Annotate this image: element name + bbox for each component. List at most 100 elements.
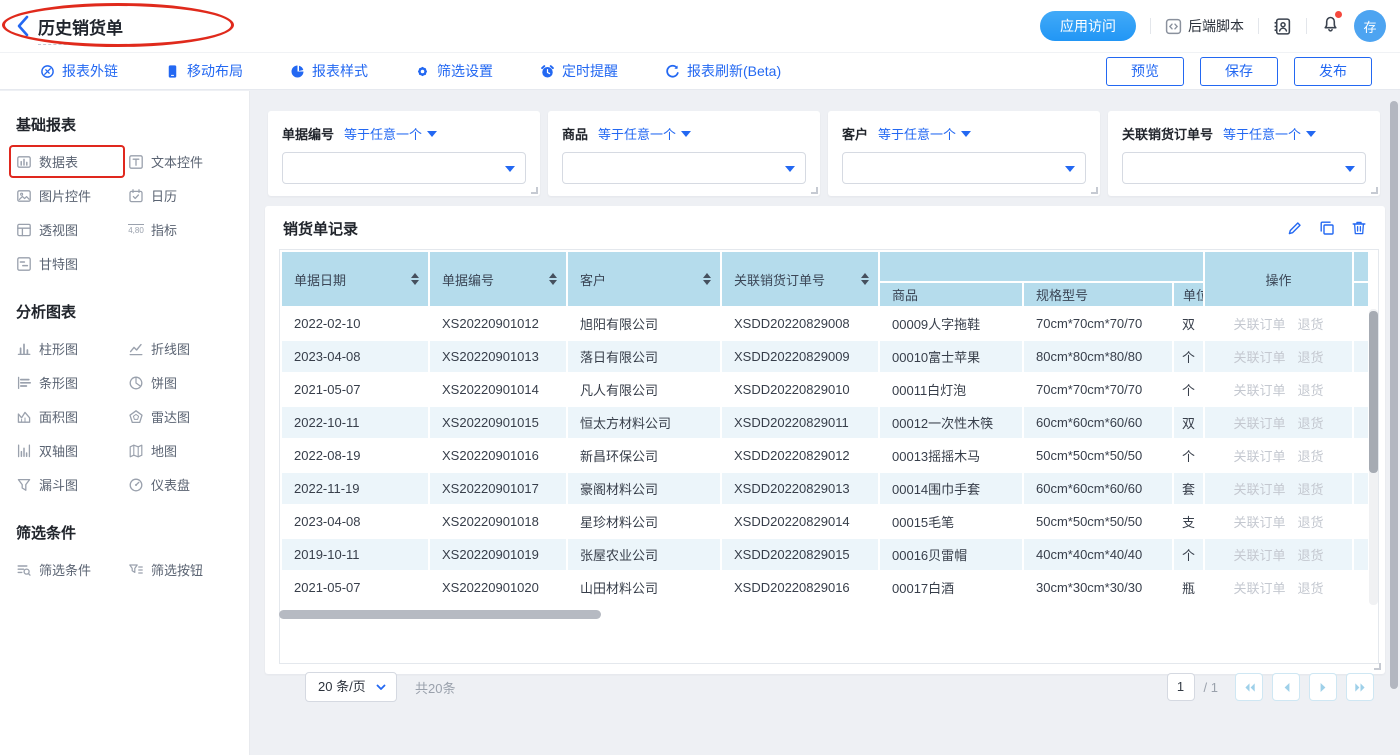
table-row[interactable]: 2021-05-07XS20220901020山田材料公司XSDD2022082… <box>281 571 1369 604</box>
next-page-button[interactable] <box>1309 673 1337 701</box>
toolbar-item-gear[interactable]: 筛选设置 <box>415 61 493 81</box>
sidebar-item-gauge[interactable]: 仪表盘 <box>123 470 235 499</box>
sidebar-item-data-table[interactable]: 数据表 <box>11 147 123 176</box>
table-row[interactable]: 2022-10-11XS20220901015恒太方材料公司XSDD202208… <box>281 406 1369 439</box>
link-related-order[interactable]: 关联订单 <box>1234 449 1286 464</box>
sidebar-item-indicator[interactable]: 4,80指标 <box>123 215 235 244</box>
backend-script-button[interactable]: 后端脚本 <box>1165 16 1244 36</box>
table-row[interactable]: 2023-04-08XS20220901013落日有限公司XSDD2022082… <box>281 340 1369 373</box>
table-row[interactable]: 2022-11-19XS20220901017豪阁材料公司XSDD2022082… <box>281 472 1369 505</box>
table-vertical-scrollbar[interactable] <box>1369 309 1378 605</box>
sidebar-item-area-chart[interactable]: 面积图 <box>11 402 123 431</box>
sort-icon[interactable] <box>549 273 557 285</box>
sidebar-item-pie-chart[interactable]: 饼图 <box>123 368 235 397</box>
preview-button[interactable]: 预览 <box>1106 57 1184 86</box>
table-row[interactable]: 2021-05-07XS20220901014凡人有限公司XSDD2022082… <box>281 373 1369 406</box>
sidebar-item-bar-chart[interactable]: 条形图 <box>11 368 123 397</box>
column-header[interactable]: 单据日期 <box>281 251 429 307</box>
pencil-icon[interactable] <box>1287 220 1303 236</box>
sidebar-item-filter-btn[interactable]: 筛选按钮 <box>123 555 235 584</box>
page-size-select[interactable]: 20 条/页 <box>305 672 397 702</box>
link-return[interactable]: 退货 <box>1298 416 1324 431</box>
card-resize-handle[interactable] <box>811 187 818 194</box>
card-resize-handle[interactable] <box>1371 187 1378 194</box>
table-horizontal-scrollbar[interactable] <box>279 610 601 619</box>
sidebar-item-pivot[interactable]: 透视图 <box>11 215 123 244</box>
filter-value-select[interactable] <box>1122 152 1366 184</box>
link-return[interactable]: 退货 <box>1298 482 1324 497</box>
sub-column-header[interactable]: 规格型号 <box>1023 282 1173 307</box>
sub-column-header[interactable]: 单位 <box>1173 282 1204 307</box>
link-return[interactable]: 退货 <box>1298 383 1324 398</box>
link-return[interactable]: 退货 <box>1298 317 1324 332</box>
table-row[interactable]: 2022-08-19XS20220901016新昌环保公司XSDD2022082… <box>281 439 1369 472</box>
sidebar-item-map[interactable]: 地图 <box>123 436 235 465</box>
sub-column-header[interactable]: 商品 <box>879 282 1023 307</box>
link-related-order[interactable]: 关联订单 <box>1234 548 1286 563</box>
table-row[interactable]: 2023-04-08XS20220901018星珍材料公司XSDD2022082… <box>281 505 1369 538</box>
sidebar-item-gantt[interactable]: 甘特图 <box>11 249 123 278</box>
sidebar-item-filter-cond[interactable]: 筛选条件 <box>11 555 123 584</box>
publish-button[interactable]: 发布 <box>1294 57 1372 86</box>
sidebar-item-text-widget[interactable]: 文本控件 <box>123 147 235 176</box>
sort-icon[interactable] <box>861 273 869 285</box>
sidebar-item-radar-chart[interactable]: 雷达图 <box>123 402 235 431</box>
toolbar-item-pie[interactable]: 报表样式 <box>290 61 368 81</box>
sidebar-item-image-widget[interactable]: 图片控件 <box>11 181 123 210</box>
column-header[interactable]: 单据编号 <box>429 251 567 307</box>
column-header[interactable]: 客户 <box>567 251 721 307</box>
sidebar-item-line-chart[interactable]: 折线图 <box>123 334 235 363</box>
sidebar-item-dual-axis[interactable]: 双轴图 <box>11 436 123 465</box>
prev-page-button[interactable] <box>1272 673 1300 701</box>
filter-value-select[interactable] <box>562 152 806 184</box>
page-number-input[interactable]: 1 <box>1167 673 1195 701</box>
sidebar-item-calendar[interactable]: 日历 <box>123 181 235 210</box>
avatar[interactable]: 存 <box>1354 10 1386 42</box>
sidebar-item-funnel[interactable]: 漏斗图 <box>11 470 123 499</box>
notification-bell-button[interactable] <box>1321 14 1340 38</box>
link-related-order[interactable]: 关联订单 <box>1234 515 1286 530</box>
table-row[interactable]: 2019-10-11XS20220901019张屋农业公司XSDD2022082… <box>281 538 1369 571</box>
card-resize-handle[interactable] <box>531 187 538 194</box>
app-access-button[interactable]: 应用访问 <box>1040 11 1136 41</box>
link-return[interactable]: 退货 <box>1298 548 1324 563</box>
back-chevron-icon[interactable] <box>16 15 30 37</box>
link-return[interactable]: 退货 <box>1298 350 1324 365</box>
link-related-order[interactable]: 关联订单 <box>1234 581 1286 596</box>
filter-condition-dropdown[interactable]: 等于任意一个 <box>598 124 691 143</box>
link-related-order[interactable]: 关联订单 <box>1234 383 1286 398</box>
last-page-button[interactable] <box>1346 673 1374 701</box>
card-resize-handle[interactable] <box>1374 663 1381 670</box>
filter-widget-3[interactable]: 客户等于任意一个 <box>828 111 1100 196</box>
filter-value-select[interactable] <box>842 152 1086 184</box>
first-page-button[interactable] <box>1235 673 1263 701</box>
page-title[interactable]: 历史销货单 <box>38 14 123 45</box>
link-related-order[interactable]: 关联订单 <box>1234 416 1286 431</box>
filter-widget-2[interactable]: 商品等于任意一个 <box>548 111 820 196</box>
toolbar-item-refresh[interactable]: 报表刷新(Beta) <box>665 61 781 81</box>
filter-condition-dropdown[interactable]: 等于任意一个 <box>878 124 971 143</box>
filter-condition-dropdown[interactable]: 等于任意一个 <box>1223 124 1316 143</box>
link-related-order[interactable]: 关联订单 <box>1234 350 1286 365</box>
link-related-order[interactable]: 关联订单 <box>1234 317 1286 332</box>
contacts-icon[interactable] <box>1273 17 1292 36</box>
filter-condition-dropdown[interactable]: 等于任意一个 <box>344 124 437 143</box>
filter-widget-1[interactable]: 单据编号等于任意一个 <box>268 111 540 196</box>
table-widget-card[interactable]: 销货单记录 单据日期单据编号客户关联销货订单号操作商品规格型号单位2022-02… <box>265 206 1385 674</box>
filter-value-select[interactable] <box>282 152 526 184</box>
card-resize-handle[interactable] <box>1091 187 1098 194</box>
toolbar-item-mobile[interactable]: 移动布局 <box>165 61 243 81</box>
canvas-scrollbar[interactable] <box>1390 101 1398 689</box>
link-related-order[interactable]: 关联订单 <box>1234 482 1286 497</box>
trash-icon[interactable] <box>1351 220 1367 236</box>
table-row[interactable]: 2022-02-10XS20220901012旭阳有限公司XSDD2022082… <box>281 307 1369 340</box>
save-button[interactable]: 保存 <box>1200 57 1278 86</box>
toolbar-item-alarm[interactable]: 定时提醒 <box>540 61 618 81</box>
sort-icon[interactable] <box>411 273 419 285</box>
copy-icon[interactable] <box>1319 220 1335 236</box>
filter-widget-4[interactable]: 关联销货订单号等于任意一个 <box>1108 111 1380 196</box>
column-header[interactable]: 关联销货订单号 <box>721 251 879 307</box>
link-return[interactable]: 退货 <box>1298 581 1324 596</box>
link-return[interactable]: 退货 <box>1298 449 1324 464</box>
sort-icon[interactable] <box>703 273 711 285</box>
